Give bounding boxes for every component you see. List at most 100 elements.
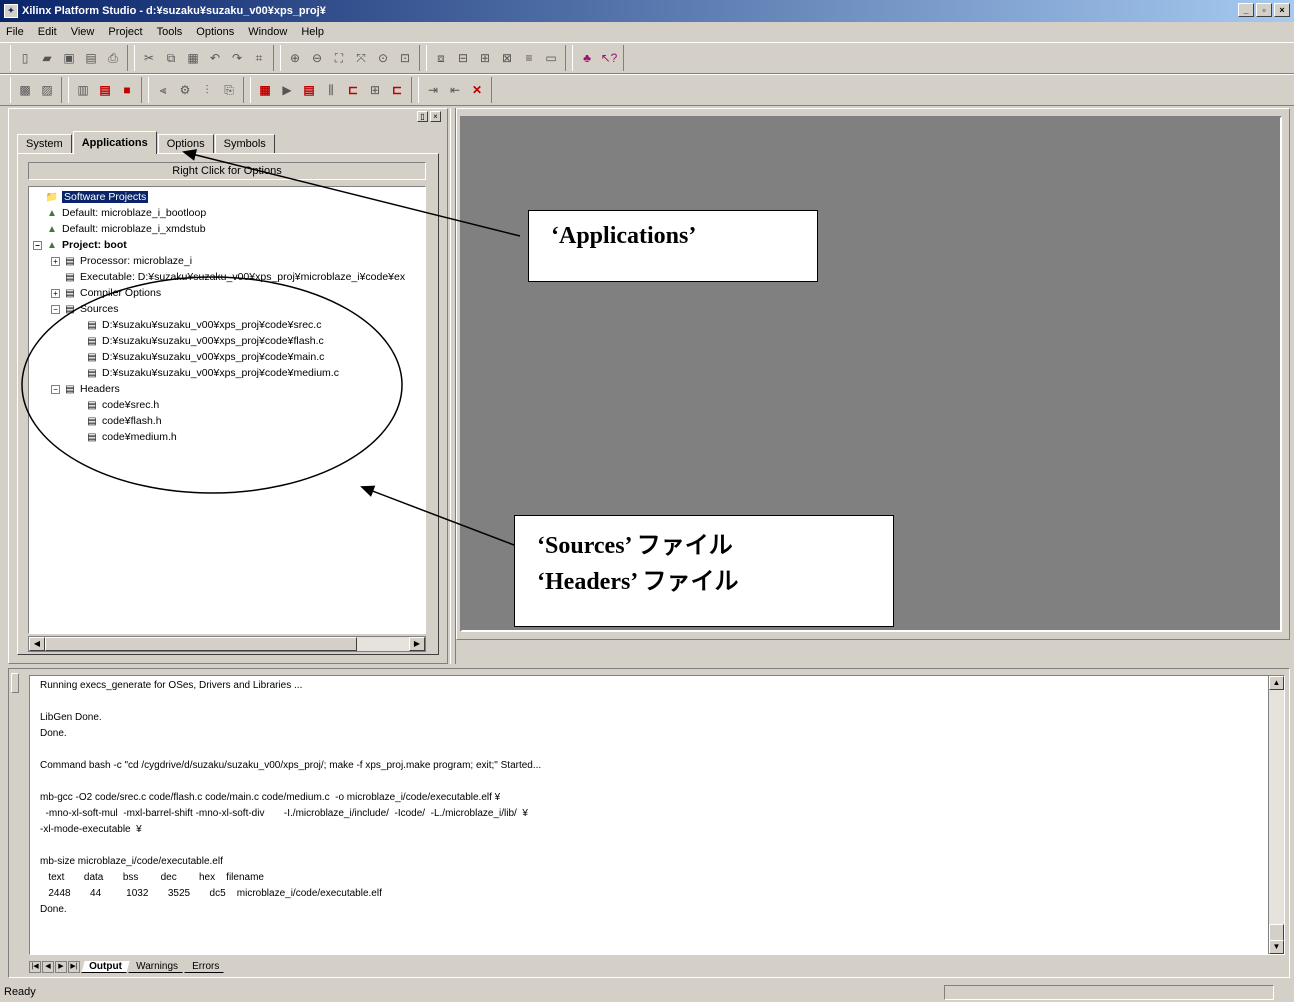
split-icon[interactable]: ⊠ <box>497 48 517 68</box>
scroll-thumb[interactable] <box>45 637 357 651</box>
zoom-area-icon[interactable]: ⤧ <box>351 48 371 68</box>
cut-icon[interactable]: ✂ <box>139 48 159 68</box>
undo-icon[interactable]: ↶ <box>205 48 225 68</box>
tree-item-executable[interactable]: ▤ Executable: D:¥suzaku¥suzaku_v00¥xps_p… <box>63 269 405 285</box>
zoom-page-icon[interactable]: ⊡ <box>395 48 415 68</box>
tree-item-software-projects[interactable]: 📁 Software Projects <box>45 189 149 205</box>
menu-window[interactable]: Window <box>248 26 287 38</box>
console-grip[interactable] <box>11 673 19 693</box>
panel-close-icon[interactable]: × <box>430 111 441 122</box>
tab-symbols[interactable]: Symbols <box>214 134 275 153</box>
menu-tools[interactable]: Tools <box>157 26 183 38</box>
libgen-icon[interactable]: ⫷ <box>153 80 173 100</box>
tree-item-source-file[interactable]: ▤ D:¥suzaku¥suzaku_v00¥xps_proj¥code¥mai… <box>85 349 324 365</box>
download-icon[interactable]: ■ <box>117 80 137 100</box>
init-bram-icon[interactable]: ⫶ <box>197 80 217 100</box>
zoom-out-icon[interactable]: ⊖ <box>307 48 327 68</box>
tree-item-source-file[interactable]: ▤ D:¥suzaku¥suzaku_v00¥xps_proj¥code¥fla… <box>85 333 324 349</box>
menu-view[interactable]: View <box>71 26 95 38</box>
open-folder-icon[interactable]: ▰ <box>37 48 57 68</box>
xilinx-icon[interactable]: ♣ <box>577 48 597 68</box>
scroll-left-icon[interactable]: ◀ <box>29 637 45 651</box>
cascade-icon[interactable]: ⧈ <box>431 48 451 68</box>
paste-icon[interactable]: ▦ <box>183 48 203 68</box>
zoom-in-icon[interactable]: ⊕ <box>285 48 305 68</box>
tab-errors[interactable]: Errors <box>184 961 227 973</box>
collapse-icon[interactable]: − <box>51 304 60 314</box>
menu-options[interactable]: Options <box>196 26 234 38</box>
tab-applications[interactable]: Applications <box>72 131 157 154</box>
tree-item-label: Software Projects <box>62 191 149 203</box>
step-back-icon[interactable]: ⇤ <box>445 80 465 100</box>
expand-icon[interactable]: + <box>51 288 60 298</box>
tab-options[interactable]: Options <box>157 134 214 153</box>
tree-item-source-file[interactable]: ▤ D:¥suzaku¥suzaku_v00¥xps_proj¥code¥sre… <box>85 317 321 333</box>
tab-output[interactable]: Output <box>81 961 130 973</box>
scroll-up-icon[interactable]: ▲ <box>1269 676 1284 690</box>
collapse-icon[interactable]: − <box>33 240 42 250</box>
debugger-icon[interactable]: ▤ <box>299 80 319 100</box>
expand-icon[interactable]: + <box>51 256 60 266</box>
tree-item-compiler-options[interactable]: + ▤ Compiler Options <box>51 285 161 301</box>
find-icon[interactable]: ⌗ <box>249 48 269 68</box>
tree-item-project-boot[interactable]: − ▲ Project: boot <box>33 237 127 253</box>
xmd-icon[interactable]: ▶ <box>277 80 297 100</box>
tree-item-source-file[interactable]: ▤ D:¥suzaku¥suzaku_v00¥xps_proj¥code¥med… <box>85 365 339 381</box>
update-icon[interactable]: ⎘ <box>219 80 239 100</box>
list-icon[interactable]: ≡ <box>519 48 539 68</box>
new-file-icon[interactable]: ▯ <box>15 48 35 68</box>
save-all-icon[interactable]: ▤ <box>81 48 101 68</box>
tree-item-processor[interactable]: + ▤ Processor: microblaze_i <box>51 253 192 269</box>
tree-item-header-file[interactable]: ▤ code¥flash.h <box>85 413 162 429</box>
first-tab-icon[interactable]: |◀ <box>29 961 41 973</box>
compile-icon[interactable]: ⚙ <box>175 80 195 100</box>
menu-edit[interactable]: Edit <box>38 26 57 38</box>
panel-restore-icon[interactable]: ▯ <box>417 111 428 122</box>
collapse-icon[interactable]: − <box>51 384 60 394</box>
tree-item-header-file[interactable]: ▤ code¥srec.h <box>85 397 159 413</box>
step-icon[interactable]: ⇥ <box>423 80 443 100</box>
stop-icon[interactable]: ✕ <box>467 80 487 100</box>
tab-system[interactable]: System <box>17 134 72 153</box>
tree-item-bootloop[interactable]: ▲ Default: microblaze_i_bootloop <box>45 205 206 221</box>
zoom-fit-icon[interactable]: ⛶ <box>329 48 349 68</box>
bitstream-icon[interactable]: ▤ <box>95 80 115 100</box>
redo-icon[interactable]: ↷ <box>227 48 247 68</box>
tab-warnings[interactable]: Warnings <box>128 961 186 973</box>
netlist-icon[interactable]: ▥ <box>73 80 93 100</box>
context-help-icon[interactable]: ↖? <box>599 48 619 68</box>
minimize-button[interactable]: _ <box>1238 3 1254 17</box>
tile-icon[interactable]: ⊟ <box>453 48 473 68</box>
menu-help[interactable]: Help <box>301 26 324 38</box>
close-button[interactable]: × <box>1274 3 1290 17</box>
menu-file[interactable]: File <box>6 26 24 38</box>
maximize-button[interactable]: ▫ <box>1256 3 1272 17</box>
window-icon[interactable]: ▭ <box>541 48 561 68</box>
tree-item-headers[interactable]: − ▤ Headers <box>51 381 120 397</box>
tree-item-header-file[interactable]: ▤ code¥medium.h <box>85 429 176 445</box>
last-tab-icon[interactable]: ▶| <box>68 961 80 973</box>
prev-tab-icon[interactable]: ◀ <box>42 961 54 973</box>
tree-item-label: code¥flash.h <box>102 415 162 427</box>
tree-item-xmdstub[interactable]: ▲ Default: microblaze_i_xmdstub <box>45 221 206 237</box>
analyzer-icon[interactable]: ⊏ <box>387 80 407 100</box>
right-click-hint[interactable]: Right Click for Options <box>28 162 426 180</box>
tree-item-sources[interactable]: − ▤ Sources <box>51 301 119 317</box>
tree-horizontal-scrollbar[interactable]: ◀ ▶ <box>28 636 426 652</box>
print-icon[interactable]: ⎙ <box>103 48 123 68</box>
simulation-icon[interactable]: ▦ <box>255 80 275 100</box>
copy-icon[interactable]: ⧉ <box>161 48 181 68</box>
scroll-down-icon[interactable]: ▼ <box>1269 940 1284 954</box>
save-icon[interactable]: ▣ <box>59 48 79 68</box>
report-icon[interactable]: ⊞ <box>365 80 385 100</box>
monitor-icon[interactable]: ⫼ <box>321 80 341 100</box>
arrange-icon[interactable]: ⊞ <box>475 48 495 68</box>
trace-icon[interactable]: ⊏ <box>343 80 363 100</box>
console-vertical-scrollbar[interactable]: ▲ ▼ <box>1268 676 1284 954</box>
next-tab-icon[interactable]: ▶ <box>55 961 67 973</box>
zoom-select-icon[interactable]: ⊙ <box>373 48 393 68</box>
project-settings-icon[interactable]: ▨ <box>37 80 57 100</box>
menu-project[interactable]: Project <box>108 26 142 38</box>
scroll-right-icon[interactable]: ▶ <box>409 637 425 651</box>
add-project-icon[interactable]: ▩ <box>15 80 35 100</box>
